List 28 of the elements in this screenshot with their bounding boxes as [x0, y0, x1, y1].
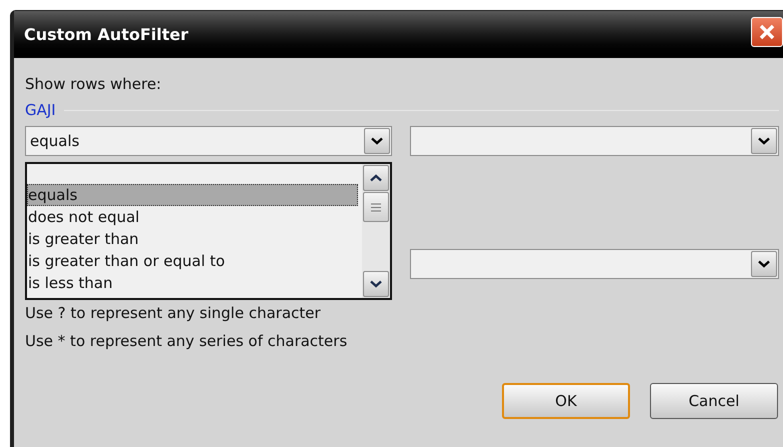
scroll-up-icon [370, 174, 382, 182]
close-button[interactable] [751, 16, 783, 46]
dropdown-button[interactable] [751, 251, 777, 277]
dropdown-button[interactable] [363, 165, 389, 191]
dropdown-button[interactable] [364, 128, 390, 154]
chevron-down-icon [758, 260, 770, 268]
dropdown-option[interactable]: is less than [27, 272, 362, 294]
dropdown-option[interactable]: is greater than or equal to [27, 250, 362, 272]
dialog-button[interactable]: Cancel [650, 383, 778, 419]
hint-text: Use * to represent any series of characters [25, 331, 348, 351]
dropdown-option[interactable]: does not equal [27, 206, 362, 228]
field-name-label: GAJI [25, 100, 56, 120]
scrollbar[interactable] [362, 164, 390, 298]
chevron-down-icon [758, 137, 770, 145]
operator-combo[interactable]: equals [25, 126, 392, 156]
chevron-down-icon [371, 137, 383, 145]
close-icon [758, 22, 776, 40]
dropdown-button[interactable] [751, 128, 777, 154]
dropdown-option[interactable]: equals [27, 184, 358, 206]
dialog-button[interactable]: OK [502, 383, 630, 419]
hint-text: Use ? to represent any single character [25, 303, 322, 323]
intro-label: Show rows where: [25, 74, 162, 94]
scroll-down-icon [370, 280, 382, 288]
dropdown-option[interactable]: is greater than [27, 228, 362, 250]
window-title: Custom AutoFilter [24, 24, 188, 46]
scrollbar-thumb[interactable] [363, 192, 389, 222]
grip-icon [371, 202, 381, 212]
dropdown-button[interactable] [363, 271, 389, 297]
